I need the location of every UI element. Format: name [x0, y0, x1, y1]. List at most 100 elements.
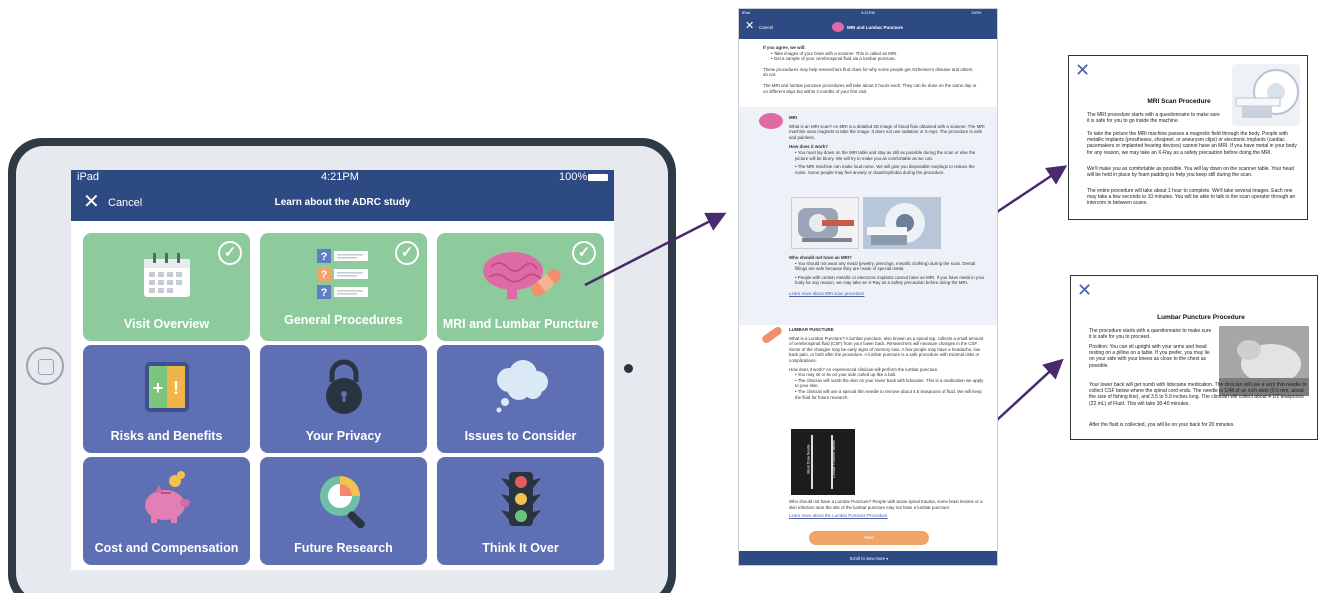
svg-text:!: ! [173, 378, 179, 398]
tile-your-privacy[interactable]: Your Privacy [260, 345, 427, 453]
magnifier-chart-icon [260, 469, 427, 529]
bandage-icon [760, 325, 784, 345]
arrow-to-mri-card [996, 165, 1068, 214]
tile-label: Think It Over [482, 541, 559, 555]
lp-text: LUMBAR PUNCTURE What is a Lumbar Punctur… [789, 327, 985, 400]
status-bar: iPad 4:21PM 100% [739, 9, 997, 17]
ipad-screen: iPad 4:21PM 100% ✕ Cancel Learn about th… [71, 170, 614, 570]
svg-text:?: ? [320, 251, 327, 263]
battery-percent: 100% [559, 171, 588, 183]
clock: 4:21PM [861, 10, 875, 15]
svg-text:+: + [152, 378, 163, 398]
tile-label: Risks and Benefits [110, 429, 223, 443]
card-paragraph: The MRI procedure starts with a question… [1087, 112, 1220, 125]
close-icon[interactable]: ✕ [745, 21, 754, 32]
needle-label: Lumbar Puncture Needle [831, 440, 836, 478]
needle-label: Blood Draw Needle [806, 444, 811, 474]
intro-bullet: • Get a sample of your cerebrospinal flu… [771, 56, 897, 62]
tile-cost-compensation[interactable]: Cost and Compensation [83, 457, 250, 565]
tile-risks-benefits[interactable]: + ! Risks and Benefits [83, 345, 250, 453]
lp-what: What is a Lumbar Puncture? A lumbar punc… [789, 335, 984, 363]
intro-section: If you agree, we will: • Take images of … [763, 45, 977, 94]
mri-who-bullet: • You should not wear any metal (jewelry… [795, 260, 976, 272]
home-button[interactable] [26, 347, 64, 385]
page-title: Learn about the ADRC study [274, 197, 411, 208]
card-paragraph: To take the picture the MRI machine pass… [1087, 131, 1297, 156]
tile-label: Issues to Consider [464, 429, 577, 443]
lp-who-text: Who should not have a Lumbar Puncture? P… [789, 499, 983, 510]
intro-paragraph: These procedures may help researchers fi… [763, 66, 973, 78]
mri-text: MRI What is an MRI scan? An MRI is a det… [789, 115, 985, 175]
mri-learn-more-link[interactable]: Learn more about MRI scan procedure [789, 291, 985, 297]
thought-cloud-icon [437, 357, 604, 417]
card-paragraph: Your lower back will get numb with lidoc… [1089, 382, 1307, 407]
tile-label: MRI and Lumbar Puncture [442, 317, 599, 331]
mri-how-bullet: • The MRI machine can make loud noise. W… [795, 164, 975, 175]
battery-icon [588, 174, 608, 181]
tile-visit-overview[interactable]: ✓ Visit Overview [83, 233, 250, 341]
device-label: iPad [77, 171, 100, 183]
intro-paragraph: The MRI and lumbar puncture procedures w… [763, 82, 977, 94]
device-label: iPad [742, 10, 751, 15]
check-icon: ✓ [572, 241, 596, 265]
card-paragraph: The entire procedure will take about 1 h… [1087, 188, 1296, 207]
battery-percent: 100% [971, 10, 982, 15]
lp-learn-more-link[interactable]: Learn more about the Lumbar Puncture Pro… [789, 513, 985, 519]
lumbar-puncture-card: ✕ Lumbar Puncture Procedure The procedur… [1070, 275, 1318, 440]
mri-scan-card: ✕ MRI Scan Procedure The MRI procedure s… [1068, 55, 1308, 220]
needle-line [811, 435, 813, 489]
close-icon[interactable]: ✕ [1075, 61, 1090, 79]
clock: 4:21PM [321, 171, 359, 183]
mri-diagram-image [791, 197, 859, 249]
mri-label: MRI [789, 115, 798, 120]
camera-dot [624, 364, 633, 373]
mri-how-bullet: • You must lay down on the MRI table and… [795, 149, 976, 161]
mri-who: Who should not have an MRI? • You should… [789, 255, 985, 297]
svg-text:?: ? [320, 287, 327, 299]
lp-bullet: • The clinician will use a special thin … [795, 388, 982, 400]
lp-bullet: • The clinician will numb the skin on yo… [795, 377, 984, 389]
needle-photo: Blood Draw Needle Lumbar Puncture Needle [791, 429, 855, 495]
check-icon: ✓ [218, 241, 242, 265]
tile-future-research[interactable]: Future Research [260, 457, 427, 565]
status-bar: iPad 4:21PM 100% [71, 170, 614, 185]
check-icon: ✓ [395, 241, 419, 265]
piggy-bank-icon [83, 469, 250, 529]
tile-think-it-over[interactable]: Think It Over [437, 457, 604, 565]
nav-bar: ✕ Cancel Learn about the ADRC study [71, 185, 614, 221]
brain-icon [832, 22, 844, 32]
lp-label: LUMBAR PUNCTURE [789, 327, 834, 332]
tile-general-procedures[interactable]: ? ? ? ✓ General Procedures [260, 233, 427, 341]
tile-issues-to-consider[interactable]: Issues to Consider [437, 345, 604, 453]
mri-what: What is an MRI scan? An MRI is a detaile… [789, 123, 985, 140]
close-icon[interactable]: ✕ [1077, 281, 1092, 299]
card-title: Lumbar Puncture Procedure [1157, 314, 1245, 321]
mri-lumbar-screen: iPad 4:21PM 100% ✕ Cancel MRI and Lumbar… [738, 8, 998, 566]
tile-label: Cost and Compensation [94, 541, 239, 555]
mri-machine-photo [863, 197, 941, 249]
arrow-to-lp-card [996, 358, 1064, 421]
scroll-footer[interactable]: Scroll to view more ▾ [739, 551, 997, 565]
lp-who: Who should not have a Lumbar Puncture? P… [789, 499, 985, 519]
card-paragraph: The procedure starts with a questionnair… [1089, 328, 1212, 341]
card-paragraph: Position: You can sit upright with your … [1089, 344, 1210, 369]
tile-label: General Procedures [284, 313, 403, 327]
tile-label: Visit Overview [123, 317, 210, 331]
mri-machine-image [1232, 64, 1300, 126]
next-button[interactable]: Next [809, 531, 929, 545]
tile-mri-lumbar-puncture[interactable]: ✓ MRI and Lumbar Puncture [437, 233, 604, 341]
nav-bar: ✕ Cancel MRI and Lumbar Puncture [739, 17, 997, 39]
plus-exclamation-icon: + ! [83, 357, 250, 417]
tile-label: Future Research [294, 541, 393, 555]
traffic-light-icon [437, 469, 604, 529]
card-paragraph: After the fluid is collected, you will l… [1089, 422, 1235, 428]
card-title: MRI Scan Procedure [1147, 98, 1211, 105]
lock-icon [260, 357, 427, 417]
card-paragraph: We'll make you as comfortable as possibl… [1087, 166, 1294, 179]
mri-who-bullet: • People with certain metallic or electr… [795, 274, 985, 286]
svg-text:?: ? [320, 269, 327, 281]
brain-icon [759, 113, 783, 129]
cancel-button[interactable]: Cancel [759, 25, 773, 30]
page-title: MRI and Lumbar Puncture [847, 25, 904, 30]
tile-label: Your Privacy [305, 429, 382, 443]
